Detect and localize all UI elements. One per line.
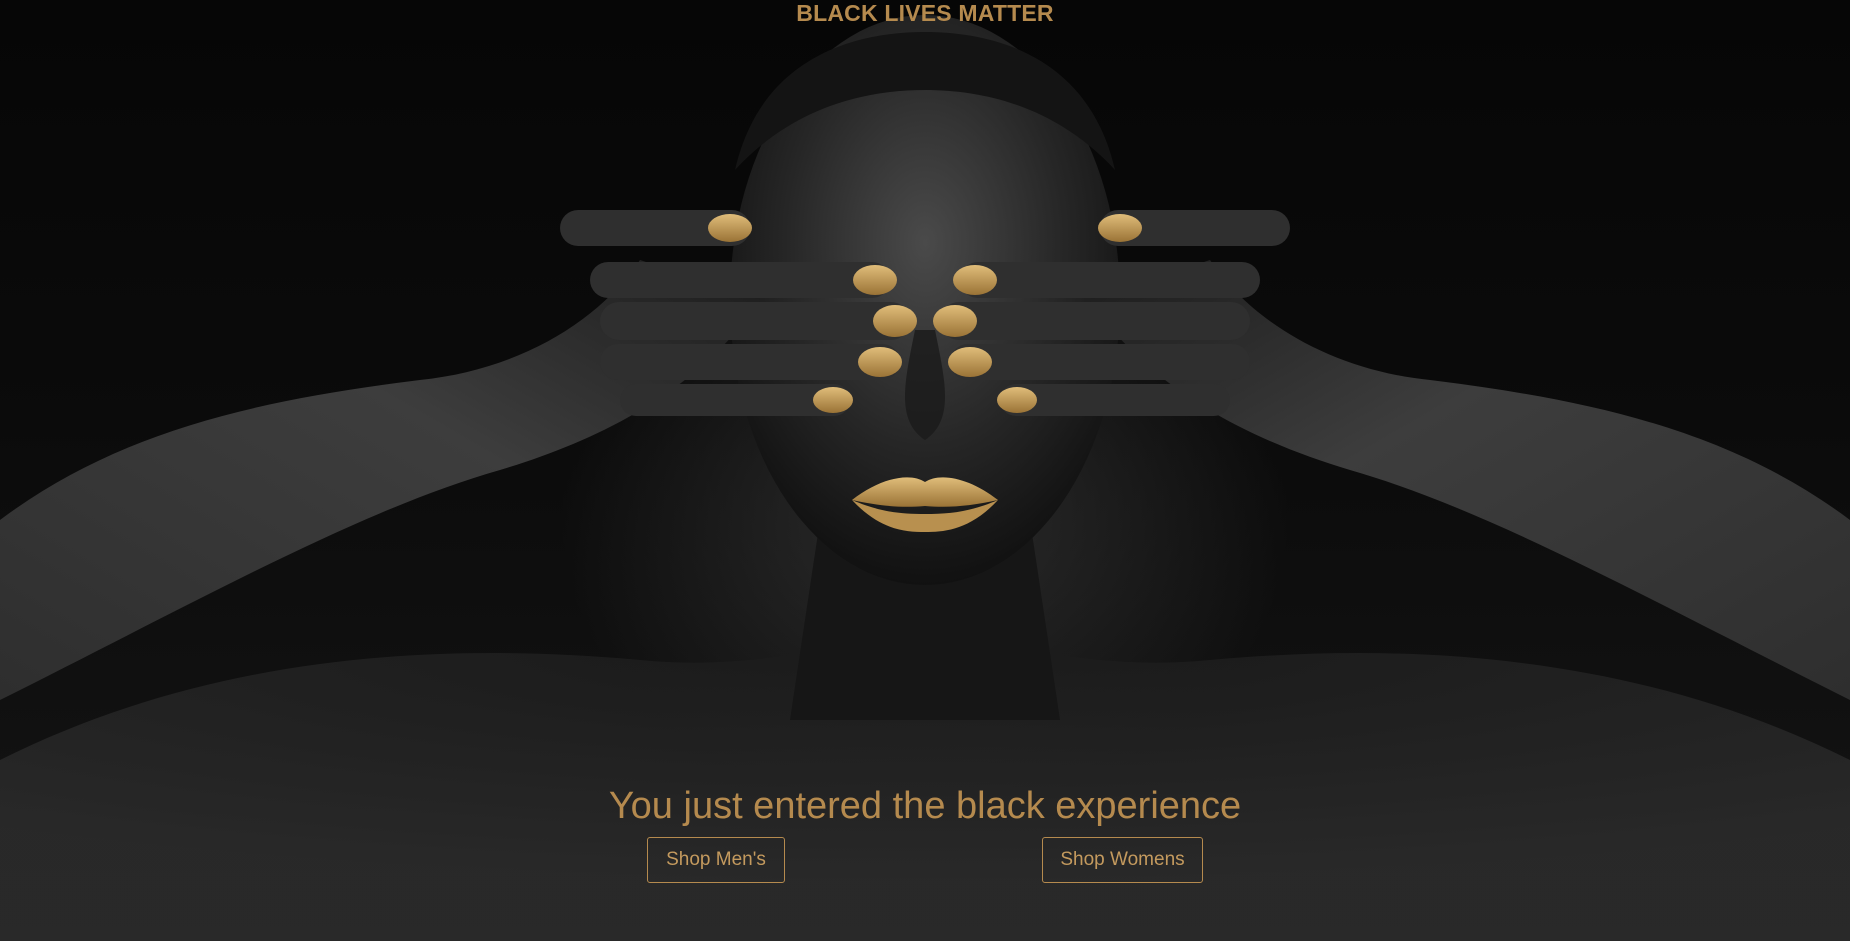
brand-title: BLACK LIVES MATTER bbox=[796, 0, 1054, 26]
shop-womens-button[interactable]: Shop Womens bbox=[1042, 837, 1203, 883]
shop-mens-button[interactable]: Shop Men's bbox=[647, 837, 785, 883]
hero-headline: You just entered the black experience bbox=[608, 785, 1242, 827]
page: BLACK LIVES MATTER You just entered the … bbox=[0, 0, 1850, 942]
